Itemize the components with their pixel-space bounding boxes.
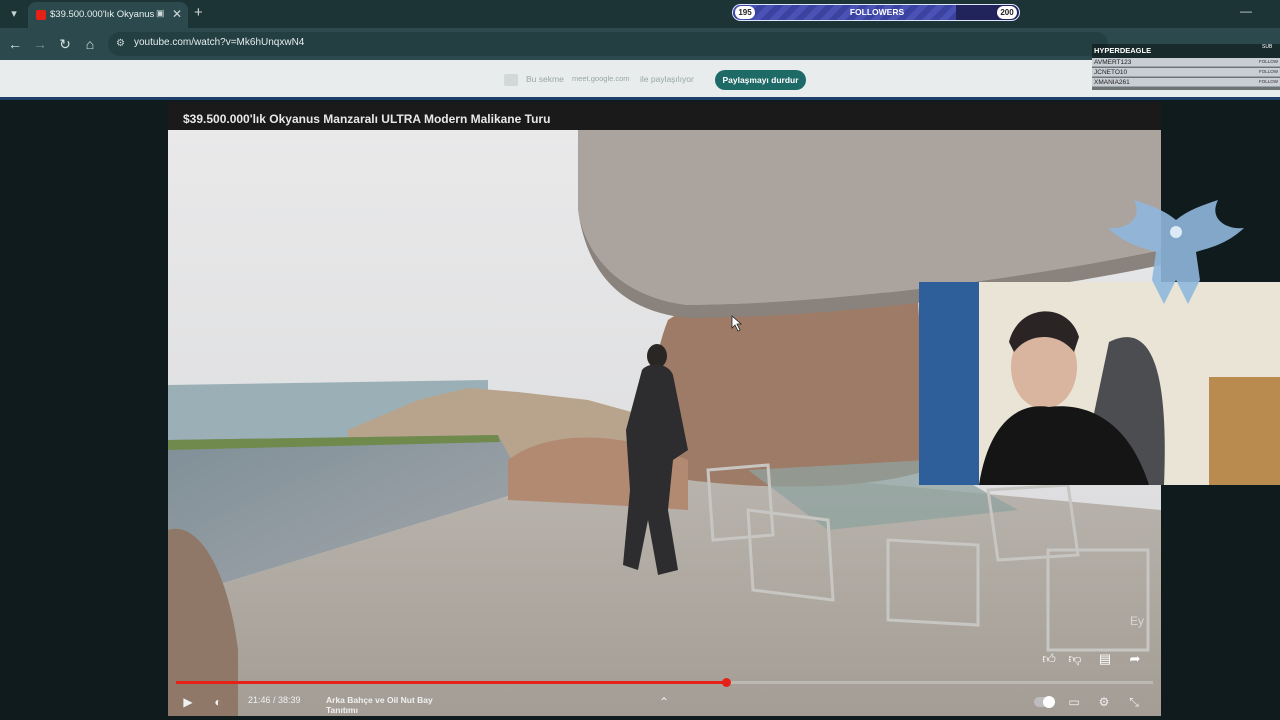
recent-events-panel: HYPERDEAGLE SUB AVMERT123 FOLLOW JCNETO1… — [1092, 44, 1280, 90]
events-title: HYPERDEAGLE — [1094, 46, 1152, 55]
event-name: JCNETO10 — [1094, 69, 1128, 76]
browser-tab-bar: ▾ $39.500.000'lık Okyanus Ma ▣ ✕ + — — [0, 0, 1280, 28]
subtitles-icon[interactable]: ▭ — [1066, 694, 1082, 710]
event-type: FOLLOW — [1258, 59, 1278, 64]
event-row: JCNETO10 FOLLOW — [1092, 68, 1280, 77]
chapter-title[interactable]: Arka Bahçe ve Oil Nut Bay Tanıtımı — [326, 695, 466, 715]
settings-gear-icon[interactable]: ⚙ — [1096, 694, 1112, 710]
stop-sharing-button[interactable]: Paylaşmayı durdur — [715, 70, 806, 90]
window-minimize-icon[interactable]: — — [1240, 4, 1256, 20]
browser-toolbar: ← → ↻ ⌂ ⚙ youtube.com/watch?v=Mk6hUnqxwN… — [0, 28, 1280, 60]
followers-current: 195 — [735, 6, 755, 19]
event-row: XMANIA261 FOLLOW — [1092, 78, 1280, 87]
video-title[interactable]: $39.500.000'lık Okyanus Manzaralı ULTRA … — [183, 112, 883, 126]
like-icon[interactable]: 👍︎ — [1039, 650, 1059, 668]
dragon-emblem — [1108, 200, 1244, 304]
events-title-type: SUB — [1262, 44, 1273, 50]
screen-share-icon — [504, 74, 518, 86]
tab-close-icon[interactable]: ✕ — [172, 7, 184, 21]
progress-bar[interactable] — [176, 678, 1153, 687]
event-name: XMANIA261 — [1094, 79, 1130, 86]
play-icon[interactable]: ▶ — [180, 694, 196, 710]
browser-tab[interactable]: $39.500.000'lık Okyanus Ma ▣ ✕ — [28, 2, 188, 28]
tab-search-icon[interactable]: ▾ — [4, 4, 24, 24]
progress-fill — [176, 681, 727, 684]
video-title-bar: $39.500.000'lık Okyanus Manzaralı ULTRA … — [168, 102, 1161, 130]
back-arrow-icon[interactable]: ← — [5, 34, 25, 54]
autoplay-knob — [1043, 696, 1055, 708]
followers-goal-bar: 195 FOLLOWERS 200 — [732, 4, 1020, 21]
address-bar[interactable]: ⚙ youtube.com/watch?v=Mk6hUnqxwN4 — [108, 32, 1108, 56]
tab-audio-icon[interactable]: ▣ — [156, 8, 168, 20]
dislike-icon[interactable]: 👎︎ — [1065, 650, 1085, 668]
chevron-up-icon[interactable]: ⌃ — [656, 694, 672, 710]
tab-sharing-bar: Bu sekme meet.google.com ile paylaşılıyo… — [0, 60, 1280, 100]
home-icon[interactable]: ⌂ — [80, 34, 100, 54]
site-settings-icon[interactable]: ⚙ — [116, 36, 130, 52]
exit-fullscreen-icon[interactable]: ⤡ — [1126, 694, 1142, 710]
forward-arrow-icon[interactable]: → — [30, 34, 50, 54]
followers-goal: 200 — [997, 6, 1017, 19]
event-name: AVMERT123 — [1094, 59, 1132, 66]
time-display: 21:46 / 38:39 — [248, 695, 301, 705]
player-controls: ▶ ◐ 21:46 / 38:39 Arka Bahçe ve Oil Nut … — [168, 690, 1161, 716]
share-icon[interactable]: ➦ — [1125, 650, 1145, 668]
autoplay-toggle[interactable] — [1034, 696, 1055, 708]
share-text-suffix: ile paylaşılıyor — [640, 74, 694, 84]
event-type: FOLLOW — [1258, 79, 1278, 84]
comments-icon[interactable]: ▤ — [1095, 650, 1115, 668]
share-text-prefix: Bu sekme — [526, 74, 564, 84]
tab-title: $39.500.000'lık Okyanus Ma — [50, 9, 154, 20]
channel-watermark[interactable]: Ey — [1130, 614, 1152, 630]
reload-icon[interactable]: ↻ — [55, 34, 75, 54]
event-type: FOLLOW — [1258, 69, 1278, 74]
event-row: AVMERT123 FOLLOW — [1092, 58, 1280, 67]
url-text[interactable]: youtube.com/watch?v=Mk6hUnqxwN4 — [134, 37, 534, 51]
followers-label: FOLLOWERS — [849, 7, 905, 17]
share-host: meet.google.com — [572, 74, 630, 83]
webcam-overlay — [919, 282, 1280, 485]
volume-icon[interactable]: ◐ — [210, 694, 226, 710]
youtube-favicon-icon — [36, 10, 46, 20]
new-tab-icon[interactable]: + — [194, 4, 210, 22]
progress-scrubber[interactable] — [722, 678, 732, 687]
